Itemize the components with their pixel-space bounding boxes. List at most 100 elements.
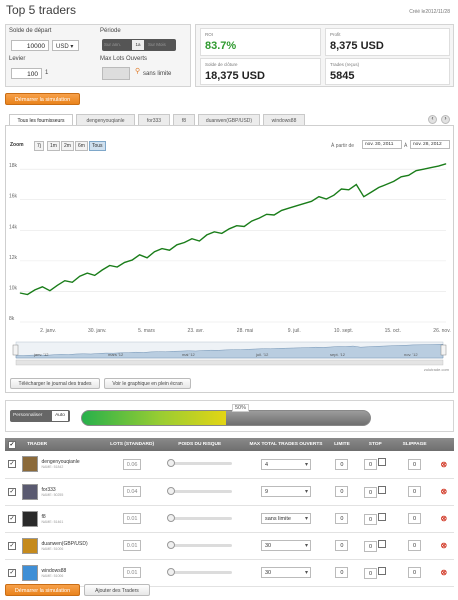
start-simulation-button-bottom[interactable]: Démarrer la simulation (5, 584, 80, 596)
max-trades-select[interactable]: sans limite (260, 513, 311, 524)
risk-weight-slider[interactable] (166, 459, 232, 468)
lots-input[interactable]: 0.01 (123, 540, 142, 551)
start-simulation-button[interactable]: Démarrer la simulation (5, 93, 80, 105)
trader-id: NAME: 50255 (41, 492, 64, 497)
equity-point (258, 217, 260, 219)
slippage-input[interactable]: 0 (408, 513, 422, 524)
max-trades-select[interactable]: 4 (260, 458, 311, 470)
fullscreen-chart-button[interactable]: Voir le graphique en plein écran (104, 378, 191, 389)
zoom-1m-button[interactable]: 1m (47, 141, 60, 151)
max-trades-select[interactable]: 30 (260, 540, 311, 551)
stop-input[interactable]: 0 (364, 459, 378, 471)
period-option-year[interactable]: Sur ann. (104, 42, 121, 47)
header-trader: TRADER (19, 438, 108, 451)
lots-input[interactable]: 0.06 (123, 458, 142, 470)
trader-name[interactable]: windows88 (42, 568, 67, 574)
limit-input[interactable]: 0 (335, 458, 349, 470)
remove-trader-icon[interactable]: ⊗ (441, 487, 448, 496)
currency-select[interactable]: USD ▾ (52, 40, 79, 51)
zoom-6m-button[interactable]: 6m (75, 141, 88, 151)
navigator-handle-right[interactable] (440, 344, 447, 356)
allocation-mode-toggle[interactable]: Personnaliser Auto (10, 410, 70, 422)
stop-checkbox[interactable] (378, 512, 387, 521)
slider-handle[interactable] (166, 567, 175, 576)
slippage-input[interactable]: 0 (408, 486, 422, 497)
equity-point (393, 181, 394, 182)
remove-trader-icon[interactable]: ⊗ (441, 514, 448, 523)
toggle-auto[interactable]: Auto (52, 411, 68, 421)
zoom-all-button[interactable]: Tous (89, 141, 106, 151)
risk-weight-slider[interactable] (166, 540, 232, 549)
limit-input[interactable]: 0 (335, 513, 349, 524)
slider-handle[interactable] (166, 459, 175, 468)
stop-input[interactable]: 0 (364, 486, 378, 498)
slippage-input[interactable]: 0 (408, 458, 422, 470)
table-row: ✓ for333NAME: 502550.04900 0⊗ (5, 478, 454, 506)
from-date-input[interactable]: nov. 30, 2011 (362, 140, 402, 149)
risk-weight-slider[interactable] (166, 567, 232, 576)
remove-trader-icon[interactable]: ⊗ (441, 541, 448, 550)
risk-weight-slider[interactable] (166, 513, 232, 522)
toggle-personalize[interactable]: Personnaliser (13, 413, 42, 418)
equity-point (184, 242, 185, 243)
limit-input[interactable]: 0 (335, 540, 349, 551)
equity-point (430, 167, 432, 168)
stats-panel: ROI 83.7% Profit 8,375 USD Solde de clôt… (195, 24, 454, 87)
equity-point (221, 233, 223, 234)
tabs-prev-icon[interactable]: ‹ (428, 115, 437, 124)
stop-input[interactable]: 0 (364, 567, 378, 579)
to-date-input[interactable]: nov. 28, 2012 (410, 140, 450, 149)
trader-name[interactable]: duanwen(GBP/USD) (42, 541, 88, 547)
slippage-input[interactable]: 0 (408, 540, 422, 551)
slider-handle[interactable] (166, 513, 175, 522)
slider-handle[interactable] (166, 540, 175, 549)
limit-input[interactable]: 0 (335, 486, 349, 497)
y-tick-label: 10k (9, 285, 18, 291)
zoom-7j-button[interactable]: 7j (34, 141, 44, 151)
stop-input[interactable]: 0 (364, 513, 378, 525)
y-tick-label: 8k (9, 316, 15, 322)
leverage-input[interactable]: 100 (11, 68, 42, 79)
equity-point (378, 187, 380, 188)
equity-point (348, 189, 350, 191)
select-all-checkbox[interactable]: ✓ (8, 440, 17, 449)
remove-trader-icon[interactable]: ⊗ (441, 460, 448, 469)
add-traders-button[interactable]: Ajouter des Traders (84, 584, 150, 596)
stop-checkbox[interactable] (378, 566, 387, 575)
remove-trader-icon[interactable]: ⊗ (441, 568, 448, 577)
lots-input[interactable]: 0.01 (123, 567, 142, 578)
stop-checkbox[interactable] (378, 458, 387, 467)
capital-input[interactable]: 10000 (11, 40, 49, 51)
navigator-scrollbar[interactable] (15, 359, 444, 366)
row-checkbox[interactable]: ✓ (8, 514, 17, 523)
stop-checkbox[interactable] (378, 485, 387, 494)
max-trades-select[interactable]: 30 (260, 567, 311, 578)
row-checkbox[interactable]: ✓ (8, 568, 17, 577)
chart-navigator[interactable]: janv. '12 mars '12 mai '12 juil. '12 sept. '… (6, 340, 453, 366)
max-trades-select[interactable]: 9 (260, 486, 311, 497)
lots-input[interactable]: 0.04 (123, 486, 142, 497)
risk-weight-slider[interactable] (166, 486, 232, 495)
limit-input[interactable]: 0 (335, 567, 349, 578)
period-option-month[interactable]: Sur Mois (148, 42, 166, 47)
row-checkbox[interactable]: ✓ (8, 460, 17, 469)
equity-point (273, 214, 275, 216)
max-lots-input[interactable] (102, 67, 130, 80)
equity-point (415, 170, 417, 171)
slippage-input[interactable]: 0 (408, 567, 422, 578)
header-slippage: SLIPPAGE (395, 438, 434, 451)
stop-input[interactable]: 0 (364, 540, 378, 552)
x-tick-label: 23. avr. (188, 328, 204, 334)
navigator-handle-left[interactable] (12, 344, 19, 356)
row-checkbox[interactable]: ✓ (8, 487, 17, 496)
equity-line-chart: 8k 10k 12k 14k 16k 18k 2. janv. 30. janv. 5. mar… (9, 163, 451, 334)
slider-handle[interactable] (166, 486, 175, 495)
row-checkbox[interactable]: ✓ (8, 541, 17, 550)
download-journal-button[interactable]: Télécharger le journal des trades (10, 378, 100, 389)
equity-point (288, 207, 290, 209)
stop-checkbox[interactable] (378, 539, 387, 548)
tabs-next-icon[interactable]: › (441, 115, 450, 124)
lots-input[interactable]: 0.01 (123, 513, 142, 524)
zoom-2m-button[interactable]: 2m (61, 141, 74, 151)
period-option-1a[interactable]: 1a (132, 40, 144, 50)
